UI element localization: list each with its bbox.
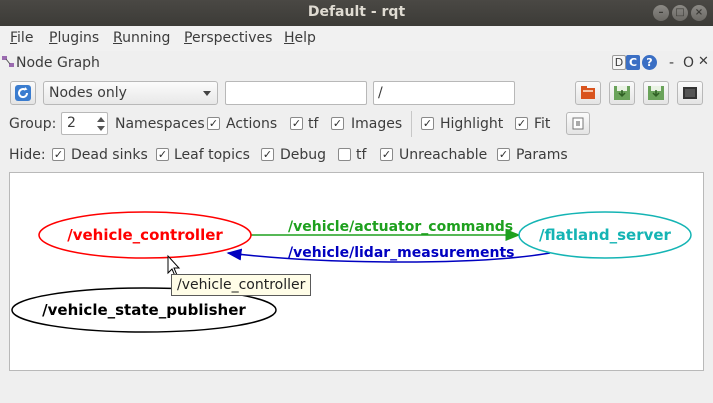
actions-label: Actions — [226, 116, 278, 132]
toolbar-separator — [411, 111, 412, 137]
edge-label-lidar-measurements[interactable]: /vehicle/lidar_measurements — [288, 245, 514, 261]
menu-plugins[interactable]: Plugins — [49, 30, 99, 46]
fit-view-icon — [572, 117, 584, 130]
fit-checkbox[interactable]: ✓ — [515, 117, 528, 130]
params-checkbox[interactable]: ✓ — [497, 148, 510, 161]
dead-sinks-checkbox[interactable]: ✓ — [52, 148, 65, 161]
hide-label: Hide: — [9, 147, 46, 163]
window-titlebar: Default - rqt – □ × — [0, 0, 713, 26]
namespace-filter-field[interactable] — [374, 82, 514, 104]
float-dock-button[interactable]: O — [683, 55, 694, 71]
save-image-icon — [683, 87, 697, 99]
unreachable-label: Unreachable — [399, 147, 488, 163]
params-label: Params — [516, 147, 568, 163]
highlight-label: Highlight — [440, 116, 504, 132]
group-value: 2 — [67, 115, 76, 131]
close-dock-button[interactable]: ✕ — [698, 54, 709, 69]
menu-plugins-label: Plugins — [49, 30, 100, 46]
namespaces-checkbox[interactable]: ✓ — [207, 117, 220, 130]
menu-help-label: Help — [284, 30, 316, 46]
maximize-icon[interactable]: □ — [672, 5, 688, 21]
save-dot-button[interactable] — [609, 81, 635, 105]
node-label-vehicle-controller: /vehicle_controller — [67, 226, 223, 244]
hide-tf-checkbox[interactable] — [338, 148, 351, 161]
node-filter-field[interactable] — [226, 82, 366, 104]
mouse-cursor-icon — [167, 254, 181, 277]
menu-file[interactable]: File — [10, 30, 33, 46]
save-svg-button[interactable] — [643, 81, 669, 105]
group-spinbox[interactable]: 2 — [61, 112, 108, 135]
leaf-topics-label: Leaf topics — [174, 147, 250, 163]
menu-file-label: File — [10, 30, 34, 46]
close-icon[interactable]: × — [691, 5, 707, 21]
fit-view-button[interactable] — [566, 112, 590, 135]
tf-checkbox[interactable]: ✓ — [290, 117, 303, 130]
graph-type-select[interactable]: Nodes only — [43, 81, 218, 105]
load-dot-icon — [581, 86, 595, 99]
hide-tf-label: tf — [356, 147, 367, 163]
help-icon[interactable]: ? — [642, 55, 657, 70]
save-svg-icon — [648, 86, 664, 100]
node-tooltip: /vehicle_controller — [171, 274, 312, 296]
menu-perspectives[interactable]: Perspectives — [184, 30, 272, 46]
unreachable-checkbox[interactable]: ✓ — [380, 148, 393, 161]
group-label: Group: — [9, 116, 57, 132]
namespaces-label: Namespaces — [115, 116, 205, 132]
dock-c-button[interactable]: C — [626, 55, 640, 70]
graph-type-value: Nodes only — [49, 85, 127, 101]
menu-help[interactable]: Help — [284, 30, 316, 46]
edge-label-actuator-commands[interactable]: /vehicle/actuator_commands — [288, 219, 513, 235]
dock-d-button[interactable]: D — [612, 55, 626, 70]
save-dot-icon — [614, 86, 630, 100]
save-image-button[interactable] — [677, 81, 703, 105]
menubar: File Plugins Running Perspectives Help — [0, 26, 713, 51]
images-label: Images — [351, 116, 403, 132]
tf-label: tf — [308, 116, 319, 132]
minimize-icon[interactable]: – — [653, 5, 669, 21]
graph-view[interactable]: /vehicle/actuator_commands /vehicle/lida… — [10, 173, 705, 372]
leaf-topics-checkbox[interactable]: ✓ — [156, 148, 169, 161]
fit-label: Fit — [534, 116, 551, 132]
plugin-title: Node Graph — [16, 55, 100, 71]
images-checkbox[interactable]: ✓ — [331, 117, 344, 130]
node-filter-input[interactable] — [225, 81, 367, 105]
spin-down-icon[interactable] — [97, 126, 105, 131]
namespace-filter-input[interactable] — [373, 81, 515, 105]
load-dot-button[interactable] — [575, 81, 601, 105]
menu-running-label: Running — [113, 30, 171, 46]
plugin-header: Node Graph — [0, 52, 713, 74]
window-title: Default - rqt — [307, 4, 406, 20]
refresh-button[interactable] — [10, 81, 36, 105]
highlight-checkbox[interactable]: ✓ — [421, 117, 434, 130]
minimize-dock-button[interactable]: - — [669, 55, 674, 71]
dead-sinks-label: Dead sinks — [71, 147, 148, 163]
node-vehicle-controller[interactable]: /vehicle_controller — [38, 211, 252, 259]
node-label-flatland-server: /flatland_server — [539, 226, 672, 244]
menu-perspectives-label: Perspectives — [184, 30, 273, 46]
debug-label: Debug — [280, 147, 327, 163]
node-flatland-server[interactable]: /flatland_server — [518, 211, 692, 259]
menu-running[interactable]: Running — [113, 30, 170, 46]
debug-checkbox[interactable]: ✓ — [261, 148, 274, 161]
spin-up-icon[interactable] — [97, 117, 105, 122]
node-label-vehicle-state-publisher: /vehicle_state_publisher — [42, 301, 246, 319]
refresh-icon — [15, 85, 31, 101]
graph-canvas[interactable]: /vehicle/actuator_commands /vehicle/lida… — [9, 172, 704, 371]
chevron-down-icon — [203, 91, 211, 96]
